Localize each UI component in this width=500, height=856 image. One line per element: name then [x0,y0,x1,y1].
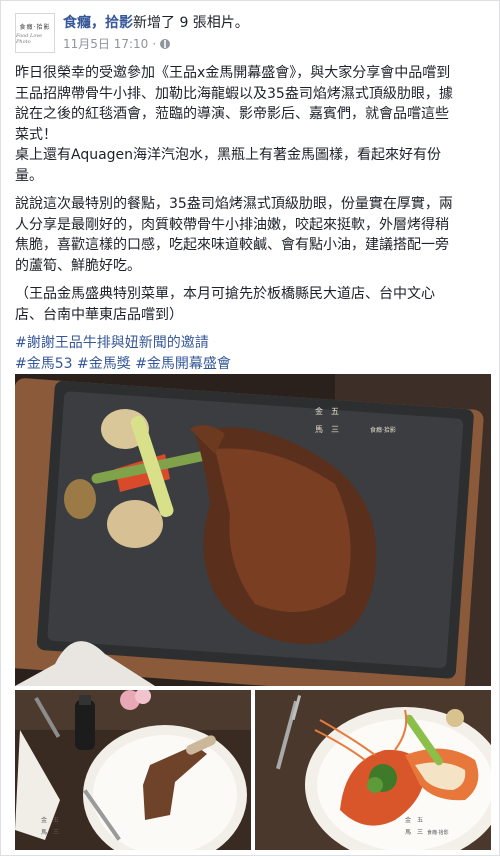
post-body: 昨日很榮幸的受邀參加《王品x金馬開幕盛會》，與大家分享會中品嚐到 王品招牌帶骨牛… [15,63,489,374]
photo-lobster[interactable]: 金 五 馬 三 食癮·拾影 [255,690,491,850]
watermark-line-2: 馬 三 [315,425,339,434]
text-line: 人分享是最剛好的，肉質較帶骨牛小排油嫩，咬起來挺軟，外層烤得稍 [15,216,449,233]
watermark-brand: 食癮·拾影 [427,829,449,836]
watermark-line-1: 金 五 [41,816,59,824]
text-line: 量。 [15,167,43,184]
post-header: 食癮，拾影新增了 9 張相片。 [63,13,249,33]
watermark-line-1: 金 五 [405,816,423,824]
text-line: 的蘆筍、鮮脆好吃。 [15,257,141,274]
post-meta: 11月5日 17:10 · [63,35,171,52]
text-line: 焦脆，喜歡這樣的口感，吃起來味道較鹹、會有點小油，建議搭配一旁 [15,237,449,253]
watermark-line-2: 馬 三 [41,829,59,836]
text-line: 昨日很榮幸的受邀參加《王品x金馬開幕盛會》，與大家分享會中品嚐到 [15,65,451,81]
post-action-text: 新增了 9 張相片。 [133,15,249,31]
watermark-line-2: 馬 三 [405,829,423,836]
page-name-link[interactable]: 食癮，拾影 [63,15,133,31]
watermark-brand: 食癮·拾影 [370,426,396,434]
page-avatar[interactable]: 食癮·拾影 Food Love Photo [15,13,55,53]
lobster-photo-illustration: 金 五 馬 三 食癮·拾影 [255,690,491,850]
avatar-logo-text: 食癮·拾影 [19,23,51,31]
globe-icon[interactable] [160,38,171,49]
short-rib-photo-illustration: 金 五 馬 三 [15,690,251,850]
text-line: 桌上還有Aquagen海洋汽泡水，黑瓶上有著金馬圖樣，看起來好有份 [15,147,442,163]
text-line: 說說這次最特別的餐點，35盎司焰烤濕式頂級肋眼，份量實在厚實，兩 [15,196,453,212]
post-timestamp[interactable]: 11月5日 17:10 [63,35,148,52]
text-line: 店、台南中華東店品嚐到） [15,306,183,323]
hashtag-link[interactable]: #金馬53 [15,356,73,372]
post-paragraph-3: （王品金馬盛典特別菜單，本月可搶先於板橋縣民大道店、台中文心 店、台南中華東店品… [15,284,489,325]
text-line: 說在之後的紅毯酒會，蒞臨的導演、影帝影后、嘉賓們，就會品嚐這些 [15,106,449,122]
post-paragraph-2: 說說這次最特別的餐點，35盎司焰烤濕式頂級肋眼，份量實在厚實，兩 人分享是最剛好… [15,194,489,276]
meta-separator: · [152,36,157,51]
post-paragraph-1: 昨日很榮幸的受邀參加《王品x金馬開幕盛會》，與大家分享會中品嚐到 王品招牌帶骨牛… [15,63,489,186]
hashtag-line-1: #謝謝王品牛排與妞新聞的邀請 [15,333,489,354]
text-line: 菜式！ [15,126,57,143]
hashtag-link[interactable]: #金馬獎 [77,356,131,372]
post-card: 食癮·拾影 Food Love Photo 食癮，拾影新增了 9 張相片。 11… [0,0,500,856]
text-line: （王品金馬盛典特別菜單，本月可搶先於板橋縣民大道店、台中文心 [15,286,435,302]
photo-steak[interactable]: 金 五 馬 三 食癮·拾影 [15,374,491,686]
text-line: 王品招牌帶骨牛小排、加勒比海龍蝦以及35盎司焰烤濕式頂級肋眼，據 [15,85,453,102]
hashtag-link[interactable]: #金馬開幕盛會 [135,356,231,372]
hashtag-link[interactable]: #謝謝王品牛排與妞新聞的邀請 [15,335,209,351]
watermark-line-1: 金 五 [315,406,339,416]
photo-short-rib[interactable]: 金 五 馬 三 [15,690,251,850]
steak-photo-illustration: 金 五 馬 三 食癮·拾影 [15,374,491,686]
hashtag-line-2: #金馬53 #金馬獎 #金馬開幕盛會 [15,354,489,375]
avatar-logo-subtext: Food Love Photo [16,32,43,45]
